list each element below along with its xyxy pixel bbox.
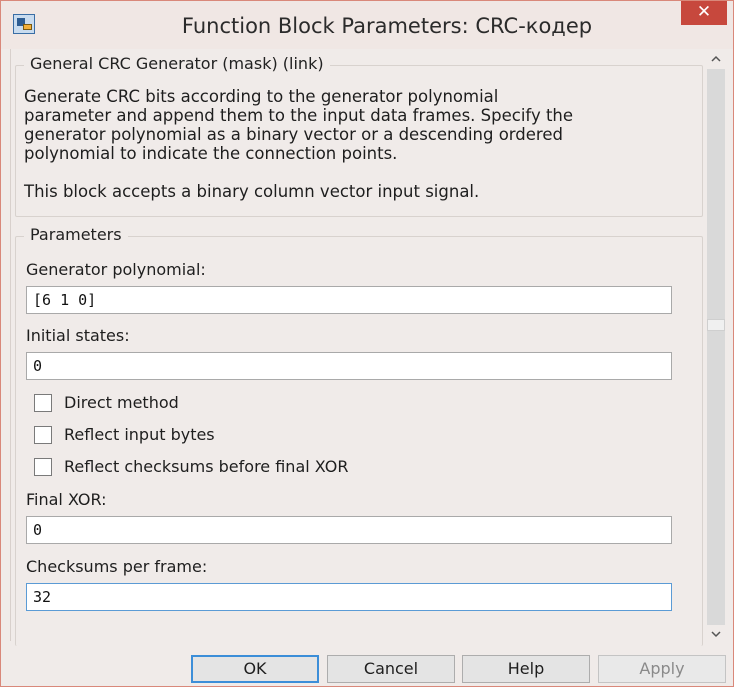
mask-description: Generate CRC bits according to the gener…: [24, 87, 674, 201]
reflect-input-bytes-checkbox[interactable]: [34, 426, 52, 444]
apply-button[interactable]: Apply: [598, 655, 726, 683]
parameters-group-title: Parameters: [24, 225, 128, 244]
dialog-window: Function Block Parameters: CRC-кодер ✕ G…: [0, 0, 734, 687]
reflect-checksums-label[interactable]: Reflect checksums before final XOR: [64, 457, 348, 476]
chevron-up-icon[interactable]: [711, 54, 721, 64]
close-button[interactable]: ✕: [681, 1, 727, 25]
help-button[interactable]: Help: [462, 655, 590, 683]
description-line: generator polynomial as a binary vector …: [24, 125, 563, 144]
chevron-down-icon[interactable]: [711, 629, 721, 639]
checksums-per-frame-label: Checksums per frame:: [26, 557, 208, 576]
dialog-content: General CRC Generator (mask) (link) Gene…: [10, 49, 726, 646]
vertical-scrollbar[interactable]: [705, 49, 727, 647]
window-title: Function Block Parameters: CRC-кодер: [181, 14, 593, 38]
generator-polynomial-label: Generator polynomial:: [26, 260, 206, 279]
mask-group-title: General CRC Generator (mask) (link): [24, 54, 330, 73]
initial-states-label: Initial states:: [26, 326, 130, 345]
direct-method-label[interactable]: Direct method: [64, 393, 179, 412]
ok-button[interactable]: OK: [191, 655, 319, 683]
description-line: polynomial to indicate the connection po…: [24, 144, 398, 163]
scrollbar-thumb[interactable]: [707, 319, 725, 331]
reflect-checksums-checkbox[interactable]: [34, 458, 52, 476]
description-line: Generate CRC bits according to the gener…: [24, 87, 499, 106]
scrollbar-track[interactable]: [707, 69, 725, 625]
cancel-button[interactable]: Cancel: [327, 655, 455, 683]
generator-polynomial-input[interactable]: [6 1 0]: [26, 286, 672, 314]
direct-method-checkbox[interactable]: [34, 394, 52, 412]
final-xor-input[interactable]: 0: [26, 516, 672, 544]
final-xor-label: Final XOR:: [26, 490, 107, 509]
title-bar[interactable]: Function Block Parameters: CRC-кодер ✕: [1, 1, 733, 49]
reflect-input-bytes-label[interactable]: Reflect input bytes: [64, 425, 215, 444]
description-line: parameter and append them to the input d…: [24, 106, 574, 125]
checksums-per-frame-input[interactable]: 32: [26, 583, 672, 611]
description-note: This block accepts a binary column vecto…: [24, 182, 480, 201]
initial-states-input[interactable]: 0: [26, 352, 672, 380]
